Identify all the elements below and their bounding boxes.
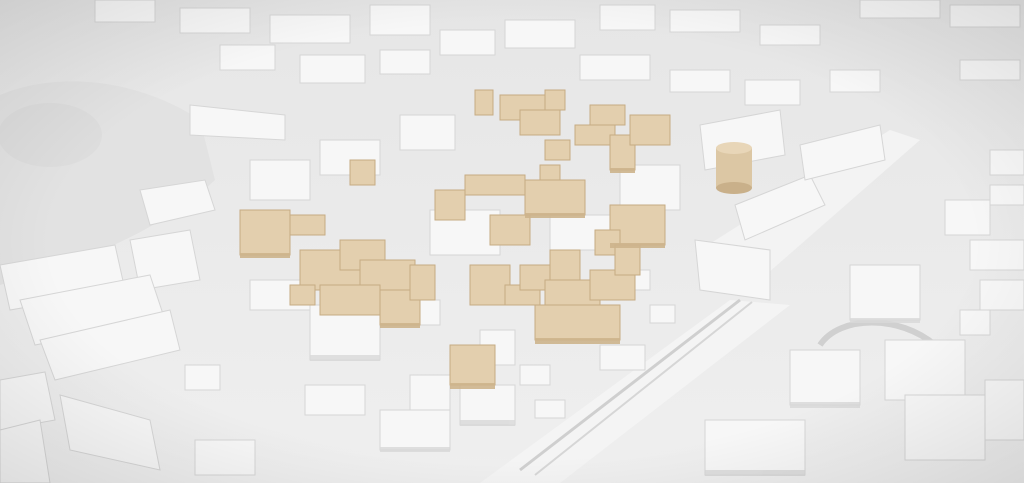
city-model-scene	[0, 0, 1024, 483]
vignette	[0, 0, 1024, 483]
